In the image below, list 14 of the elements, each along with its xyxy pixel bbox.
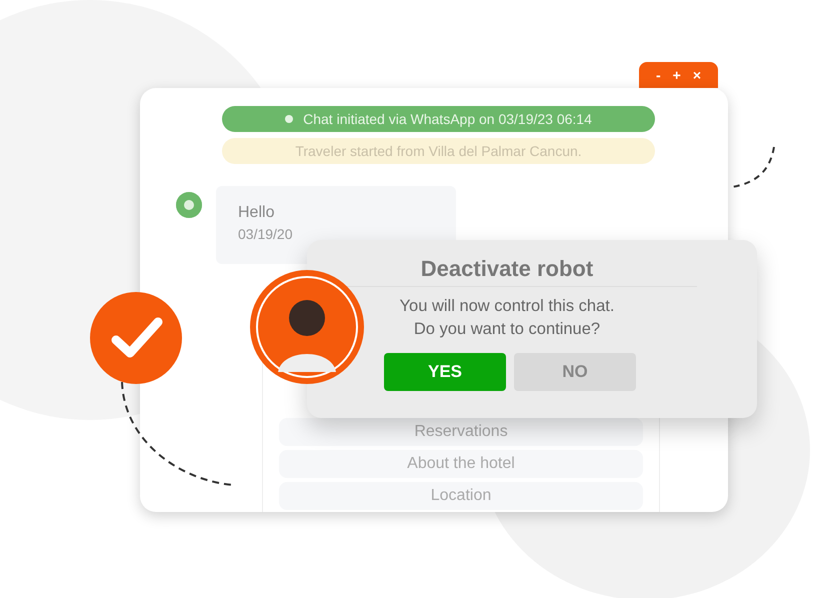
dot-icon (285, 115, 294, 123)
window-control-button[interactable]: - (652, 67, 665, 83)
menu-option[interactable]: Reservations (279, 418, 643, 446)
dialog-button[interactable]: NO (514, 353, 636, 391)
window-control-button[interactable]: + (668, 67, 685, 83)
dialog-message: You will now control this chat. Do you want to continue? (400, 296, 614, 340)
message-text: Hello (238, 204, 276, 222)
notice-text: Chat initiated via WhatsApp on 03/19/23 06:14 (303, 111, 592, 127)
menu-option[interactable]: About the hotel (279, 450, 643, 478)
window-control-button[interactable]: × (688, 67, 706, 83)
dialog-button[interactable]: YES (384, 353, 506, 391)
bot-avatar-icon (176, 192, 202, 218)
menu-option[interactable]: Location (279, 482, 643, 510)
message-time: 03/19/20 (238, 226, 294, 242)
